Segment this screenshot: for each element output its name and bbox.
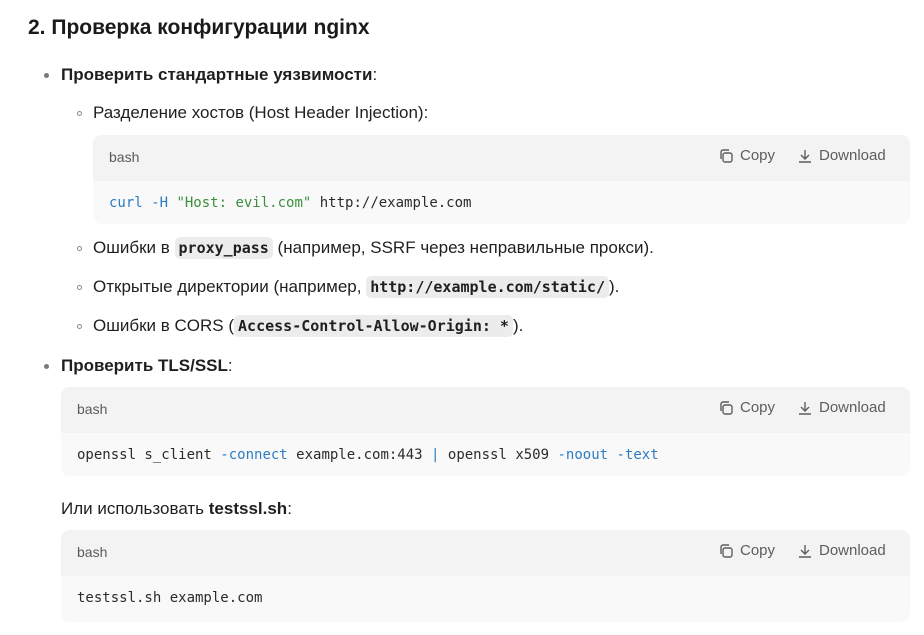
code-language-label: bash — [77, 544, 108, 560]
token-string: "Host: evil.com" — [168, 195, 312, 211]
download-icon — [797, 400, 813, 416]
text: : — [287, 499, 292, 518]
copy-label: Copy — [740, 542, 776, 559]
copy-icon — [718, 543, 734, 559]
tool-name: testssl.sh — [208, 499, 288, 518]
bullet-dot — [44, 364, 49, 369]
text: Ошибки в — [93, 238, 175, 257]
bullet-dot — [44, 73, 49, 78]
code-header: bash Copy Download — [61, 530, 910, 576]
text: ). — [512, 316, 524, 335]
token-flag: -noout — [557, 447, 609, 463]
list-item-vulnerabilities: Проверить стандартные уязвимости: — [61, 63, 377, 87]
inline-code: http://example.com/static/ — [366, 276, 609, 298]
inline-code: proxy_pass — [174, 237, 273, 259]
download-icon — [797, 543, 813, 559]
token-url: http://example.com — [311, 195, 472, 211]
text: ). — [609, 277, 620, 296]
code-block-openssl: bash Copy Download openssl s_client -con… — [61, 387, 910, 476]
copy-button[interactable]: Copy — [718, 399, 775, 416]
copy-icon — [718, 400, 734, 416]
code-header: bash Copy Download — [93, 135, 910, 181]
code-language-label: bash — [77, 401, 108, 417]
code-block-curl: bash Copy Download curl -H "Host: evil.c… — [93, 135, 910, 224]
item-label: Проверить стандартные уязвимости — [61, 65, 373, 84]
download-button[interactable]: Download — [797, 542, 886, 559]
token-text: example.com:443 — [287, 447, 432, 463]
copy-button[interactable]: Copy — [718, 147, 775, 164]
token-flag: -H — [142, 195, 169, 211]
item-colon: : — [227, 356, 233, 375]
item-colon: : — [372, 65, 378, 84]
token-flag: -text — [616, 447, 659, 463]
code-block-testssl: bash Copy Download testssl.sh example.co… — [61, 530, 910, 622]
sub-item-host-header: Разделение хостов (Host Header Injection… — [93, 103, 429, 122]
bullet-circle — [77, 111, 82, 116]
code-header: bash Copy Download — [61, 387, 910, 433]
inline-code: Access-Control-Allow-Origin: * — [234, 315, 513, 337]
download-button[interactable]: Download — [797, 147, 886, 164]
code-language-label: bash — [109, 149, 140, 165]
download-icon — [797, 148, 813, 164]
token-text: openssl x509 — [439, 447, 558, 463]
code-line: testssl.sh example.com — [77, 590, 263, 606]
section-title: 2. Проверка конфигурации nginx — [28, 16, 370, 39]
copy-label: Copy — [740, 147, 776, 164]
download-label: Download — [819, 147, 886, 164]
bullet-circle — [77, 246, 82, 251]
code-line: openssl s_client -connect example.com:44… — [77, 447, 659, 463]
text: Ошибки в CORS ( — [93, 316, 235, 335]
item-label: Проверить TLS/SSL — [61, 356, 228, 375]
code-line: curl -H "Host: evil.com" http://example.… — [109, 195, 471, 211]
text: (например, SSRF через неправильные прокс… — [272, 238, 654, 257]
bullet-circle — [77, 324, 82, 329]
copy-icon — [718, 148, 734, 164]
token-command: curl — [109, 195, 143, 211]
token-text: openssl s_client — [77, 447, 221, 463]
copy-label: Copy — [740, 399, 776, 416]
download-label: Download — [819, 542, 886, 559]
download-label: Download — [819, 399, 886, 416]
bullet-circle — [77, 285, 82, 290]
download-button[interactable]: Download — [797, 399, 886, 416]
sub-item-proxy-pass: Ошибки в proxy_pass (например, SSRF чере… — [93, 236, 654, 260]
copy-button[interactable]: Copy — [718, 542, 775, 559]
text: Или использовать — [61, 499, 209, 518]
text: Открытые директории (например, — [93, 277, 367, 296]
alternative-text: Или использовать testssl.sh: — [61, 497, 292, 521]
token-flag: -connect — [220, 447, 288, 463]
sub-item-cors: Ошибки в CORS (Access-Control-Allow-Orig… — [93, 314, 523, 338]
list-item-tls: Проверить TLS/SSL: — [61, 354, 233, 378]
sub-item-open-dirs: Открытые директории (например, http://ex… — [93, 275, 619, 299]
